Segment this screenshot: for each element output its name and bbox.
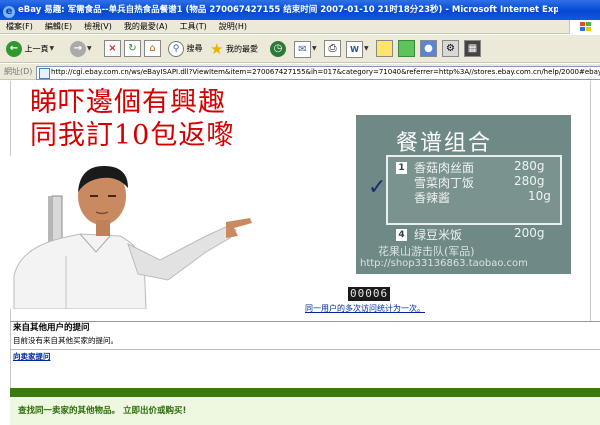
questions-section: 来自其他用户的提问 目前没有来自其他买家的提问。 向卖家提问 <box>10 321 600 361</box>
refresh-button[interactable]: ↻ <box>124 39 141 59</box>
menu-help[interactable]: 說明(H) <box>213 20 253 34</box>
menu-item: 绿豆米饭 200g <box>414 226 545 242</box>
mail-button[interactable]: ✉ ▼ <box>294 39 317 59</box>
sign-line-1: 睇吓邊個有興趣 <box>30 87 226 118</box>
menu-favorites[interactable]: 我的最愛(A) <box>118 20 174 34</box>
divider <box>10 349 600 350</box>
forward-button[interactable]: → ▼ <box>70 39 92 59</box>
research-icon: ● <box>420 40 437 57</box>
seller-items-panel: 查找同一卖家的其他物品。 立即出价或购买! <box>10 397 600 425</box>
menu-tools[interactable]: 工具(T) <box>174 20 213 34</box>
address-bar: 網址(D) http://cgi.ebay.com.cn/ws/eBayISAP… <box>0 64 600 80</box>
tools-button[interactable]: ⚙ <box>442 39 459 59</box>
stop-icon: × <box>104 40 121 57</box>
menu-item: 香辣酱 10g <box>414 189 551 205</box>
menu-card-image: 餐谱组合 1 香菇肉丝面 280g 雪菜肉丁饭 280g 香辣酱 10g ✓ 4 绿豆… <box>356 115 571 274</box>
seller-photo <box>10 156 262 309</box>
messenger-button[interactable] <box>398 39 415 59</box>
extension-icon: ▦ <box>464 40 481 57</box>
menu-card-title: 餐谱组合 <box>396 131 493 156</box>
seller-items-link[interactable]: 查找同一卖家的其他物品。 立即出价或购买! <box>18 404 186 416</box>
internet-explorer-icon: e <box>3 6 15 18</box>
window-title: eBay 易趣: 军需食品--单兵自热食品餐谱1 (物品 27006742715… <box>18 5 558 15</box>
counter-note-link[interactable]: 同一用户的多次访问统计为一次。 <box>305 303 425 314</box>
print-icon: ⎙ <box>324 40 341 57</box>
search-icon: ⚲ <box>168 40 184 57</box>
history-icon: ◷ <box>270 40 286 57</box>
back-arrow-icon: ← <box>6 41 22 57</box>
menu-file[interactable]: 檔案(F) <box>0 20 39 34</box>
back-label: 上一頁 <box>24 44 49 54</box>
menu-section-1: 1 香菇肉丝面 280g 雪菜肉丁饭 280g 香辣酱 10g <box>386 155 562 225</box>
sign-line-2: 同我訂10包返嚟 <box>30 120 235 151</box>
ask-seller-link[interactable]: 向卖家提问 <box>13 351 51 362</box>
content-border-right <box>590 81 591 321</box>
chevron-down-icon: ▼ <box>87 45 92 52</box>
back-button[interactable]: ← 上一頁▼ <box>6 39 54 59</box>
toolbar: ← 上一頁▼ → ▼ × ↻ ⌂ ⚲ 搜尋 ★ 我的最愛 ◷ ✉ ▼ ⎙ W ▼ ● … <box>0 35 600 63</box>
window-title-bar[interactable]: e eBay 易趣: 军需食品--单兵自热食品餐谱1 (物品 2700674271… <box>0 0 600 20</box>
tools-icon: ⚙ <box>442 40 459 57</box>
refresh-icon: ↻ <box>124 40 141 57</box>
address-url: http://cgi.ebay.com.cn/ws/eBayISAPI.dll?… <box>51 68 600 76</box>
watermark-url: http://shop33136863.taobao.com <box>360 258 528 269</box>
search-label: 搜尋 <box>186 44 203 53</box>
menu-section-1-number: 1 <box>396 162 407 174</box>
research-button[interactable]: ● <box>420 39 437 59</box>
word-icon: W <box>346 40 363 58</box>
forward-arrow-icon: → <box>70 41 86 57</box>
menu-edit[interactable]: 編輯(E) <box>39 20 78 34</box>
check-mark-icon: ✓ <box>368 175 387 200</box>
address-label: 網址(D) <box>4 67 33 76</box>
chevron-down-icon: ▼ <box>49 45 55 52</box>
mail-icon: ✉ <box>294 40 311 58</box>
watermark-text: 花果山游击队(军品) <box>378 245 475 258</box>
history-button[interactable]: ◷ <box>270 39 286 59</box>
edit-button[interactable]: W ▼ <box>346 39 369 59</box>
seller-items-banner: 查找同一卖家的其他物品。 立即出价或购买! <box>10 388 600 425</box>
home-icon: ⌂ <box>144 40 161 57</box>
print-button[interactable]: ⎙ <box>324 39 341 59</box>
questions-header: 来自其他用户的提问 <box>10 321 600 335</box>
search-button[interactable]: ⚲ 搜尋 <box>168 39 203 59</box>
chevron-down-icon: ▼ <box>312 45 317 52</box>
questions-empty-text: 目前没有来自其他买家的提问。 <box>13 336 118 345</box>
favorites-label: 我的最愛 <box>226 44 258 54</box>
home-button[interactable]: ⌂ <box>144 39 161 59</box>
stop-button[interactable]: × <box>104 39 121 59</box>
handwritten-sign: 睇吓邊個有興趣 同我訂10包返嚟 <box>30 86 320 152</box>
address-input[interactable]: http://cgi.ebay.com.cn/ws/eBayISAPI.dll?… <box>36 66 600 80</box>
discuss-button[interactable] <box>376 39 393 59</box>
chevron-down-icon: ▼ <box>364 45 369 52</box>
menu-bar: 檔案(F) 編輯(E) 檢視(V) 我的最愛(A) 工具(T) 說明(H) <box>0 20 600 34</box>
page-content: 睇吓邊個有興趣 同我訂10包返嚟 餐谱组合 1 香菇肉丝面 280g 雪菜肉丁饭 2… <box>0 81 600 425</box>
favorites-button[interactable]: ★ 我的最愛 <box>210 39 258 59</box>
extension-button[interactable]: ▦ <box>464 39 481 59</box>
star-icon: ★ <box>210 40 224 58</box>
page-icon <box>39 68 50 79</box>
menu-section-4-number: 4 <box>396 229 407 241</box>
menu-view[interactable]: 檢視(V) <box>78 20 118 34</box>
windows-logo-icon <box>569 20 600 34</box>
messenger-icon <box>398 40 415 57</box>
discuss-icon <box>376 40 393 57</box>
visit-counter: 00006 <box>348 287 391 301</box>
